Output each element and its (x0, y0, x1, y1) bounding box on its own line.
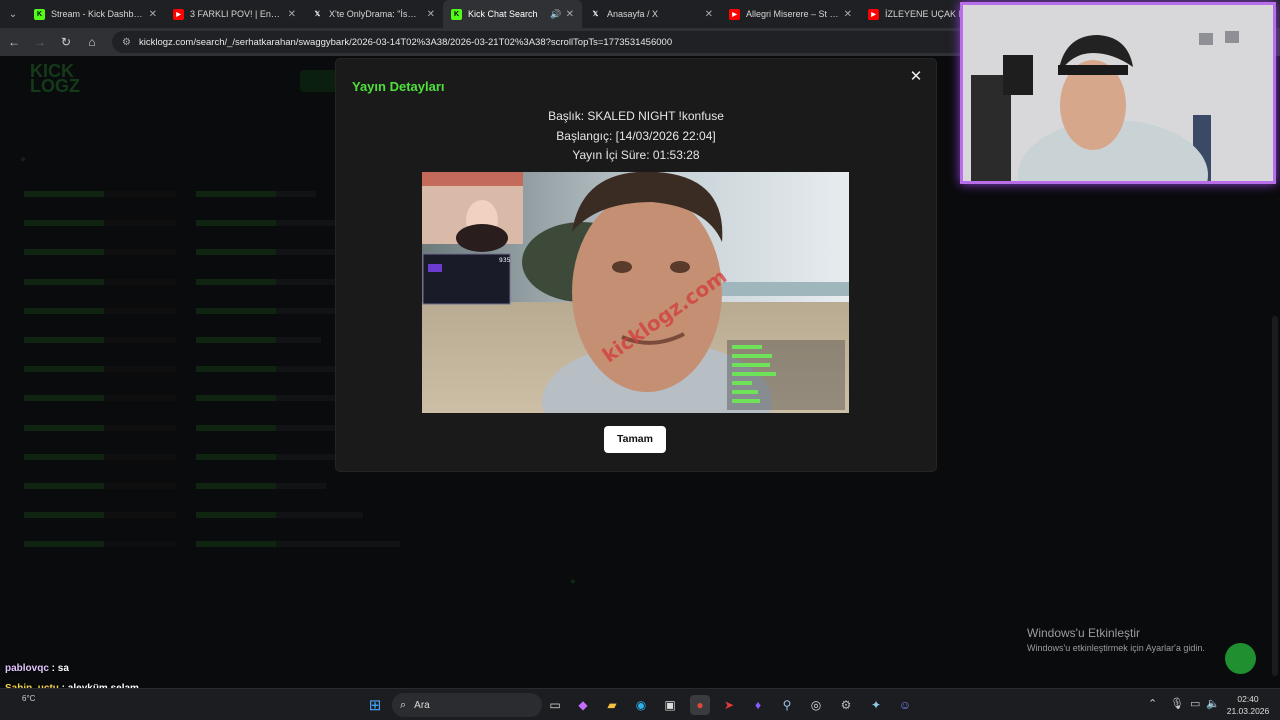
stream-info: Başlık: SKALED NIGHT !konfuse Başlangıç:… (336, 107, 936, 166)
activation-title: Windows'u Etkinleştir (1027, 626, 1140, 640)
kick-icon: K (451, 8, 462, 20)
chat-message: : sa (48, 663, 69, 674)
steam-icon[interactable]: ⚲ (777, 695, 797, 715)
tab-close-icon[interactable]: ✕ (288, 9, 296, 20)
windows-taskbar: 6°C ⊞ ⌕ Ara ▭ ◆ ▰ ◉ ▣ ● ➤ ♦ ⚲ ◎ ⚙ ✦ ☺ ⌃ … (0, 688, 1280, 720)
forward-icon[interactable]: → (28, 30, 52, 54)
reload-icon[interactable]: ↻ (54, 30, 78, 54)
back-icon[interactable]: ← (2, 30, 26, 54)
site-info-icon[interactable]: ⚙ (122, 37, 131, 48)
network-icon[interactable]: ▭ (1190, 697, 1200, 710)
browser-tab[interactable]: K Stream - Kick Dashboard ✕ (26, 0, 165, 28)
tray-chevron-icon[interactable]: ⌃ (1148, 697, 1157, 710)
weather-widget[interactable]: 6°C (22, 694, 35, 703)
tab-label: 3 FARKLI POV! | Enes Batur (190, 9, 284, 19)
tab-close-icon[interactable]: ✕ (566, 9, 574, 20)
tab-close-icon[interactable]: ✕ (705, 9, 713, 20)
start-button[interactable]: ⊞ (365, 695, 385, 715)
tab-label: X'te OnlyDrama: "İsmail E (329, 9, 423, 19)
tab-close-icon[interactable]: ✕ (844, 9, 852, 20)
chrome-icon[interactable]: ● (690, 695, 710, 715)
stream-duration: Yayın İçi Süre: 01:53:28 (572, 148, 700, 162)
tab-label: Anasayfa / X (607, 9, 659, 19)
youtube-icon: ▶ (868, 8, 879, 20)
taskbar-search-label: Ara (414, 699, 430, 711)
app-purple-icon[interactable]: ♦ (748, 695, 768, 715)
close-icon[interactable]: ✕ (906, 67, 926, 87)
browser-tab[interactable]: 𝕏 Anasayfa / X ✕ (582, 0, 721, 28)
browser-tab[interactable]: ▶ 3 FARKLI POV! | Enes Batur ✕ (165, 0, 304, 28)
tab-label: Allegri Miserere – St Paul's (746, 9, 840, 19)
windows-activation-watermark: Windows'u Etkinleştir Windows'u etkinleş… (1027, 626, 1205, 653)
stream-chat-line: pablovqc : sa (5, 663, 69, 674)
x-icon: 𝕏 (592, 11, 599, 18)
edge-icon[interactable]: ◉ (631, 695, 651, 715)
copilot-icon[interactable]: ◆ (573, 695, 593, 715)
browser-tab[interactable]: 𝕏 X'te OnlyDrama: "İsmail E ✕ (304, 0, 443, 28)
thumbnail-viewer-count: 935 (499, 257, 511, 264)
volume-icon[interactable]: 🔈 (1206, 697, 1220, 710)
search-icon: ⌕ (400, 698, 407, 711)
discord-icon[interactable]: ☺ (895, 695, 915, 715)
task-view-icon[interactable]: ▭ (545, 695, 565, 715)
clock[interactable]: 02:40 21.03.2026 (1222, 693, 1274, 717)
tab-close-icon[interactable]: ✕ (427, 9, 435, 20)
tab-search-icon[interactable]: ⌄ (0, 0, 26, 28)
address-url: kicklogz.com/search/_/serhatkarahan/swag… (138, 36, 673, 48)
speaker-icon[interactable]: 🔊 (550, 9, 561, 20)
obs-icon[interactable]: ◎ (806, 695, 826, 715)
x-icon: 𝕏 (314, 11, 321, 18)
floating-action-button[interactable] (1225, 643, 1256, 674)
browser-tab[interactable]: ▶ Allegri Miserere – St Paul's ✕ (721, 0, 860, 28)
file-explorer-icon[interactable]: ▰ (602, 695, 622, 715)
stream-start: Başlangıç: [14/03/2026 22:04] (556, 128, 716, 143)
clock-time: 02:40 (1237, 694, 1259, 704)
home-icon[interactable]: ⌂ (80, 30, 104, 54)
tab-label: Kick Chat Search (468, 9, 538, 19)
youtube-icon: ▶ (729, 8, 740, 20)
stream-title: Başlık: SKALED NIGHT !konfuse (548, 109, 724, 123)
screen: ⌄ K Stream - Kick Dashboard ✕ ▶ 3 FARKLI POV… (0, 0, 1280, 720)
kick-icon: K (34, 8, 45, 20)
activation-subtitle: Windows'u etkinleştirmek için Ayarlar'a … (1027, 643, 1205, 653)
ok-button[interactable]: Tamam (604, 426, 666, 453)
settings-icon[interactable]: ⚙ (836, 695, 856, 715)
address-bar[interactable]: ⚙ kicklogz.com/search/_/serhatkarahan/sw… (112, 31, 1012, 53)
clock-date: 21.03.2026 (1226, 706, 1270, 716)
taskbar-search[interactable]: ⌕ Ara (392, 693, 542, 717)
app-red-icon[interactable]: ➤ (719, 695, 739, 715)
stream-details-modal: Yayın Detayları ✕ Başlık: SKALED NIGHT !… (336, 59, 936, 471)
webcam-overlay (960, 2, 1276, 184)
store-icon[interactable]: ▣ (660, 695, 680, 715)
app-gear-icon[interactable]: ✦ (866, 695, 886, 715)
youtube-icon: ▶ (173, 8, 184, 20)
tab-label: Stream - Kick Dashboard (51, 9, 145, 19)
stream-thumbnail: 935 kicklogz.com (422, 172, 849, 413)
browser-tab[interactable]: K Kick Chat Search 🔊 ✕ (443, 0, 582, 28)
tab-close-icon[interactable]: ✕ (149, 9, 157, 20)
microphone-icon[interactable]: 🎙 (1170, 697, 1184, 710)
chat-username: pablovqc (5, 663, 49, 674)
modal-title: Yayın Detayları (352, 79, 445, 94)
